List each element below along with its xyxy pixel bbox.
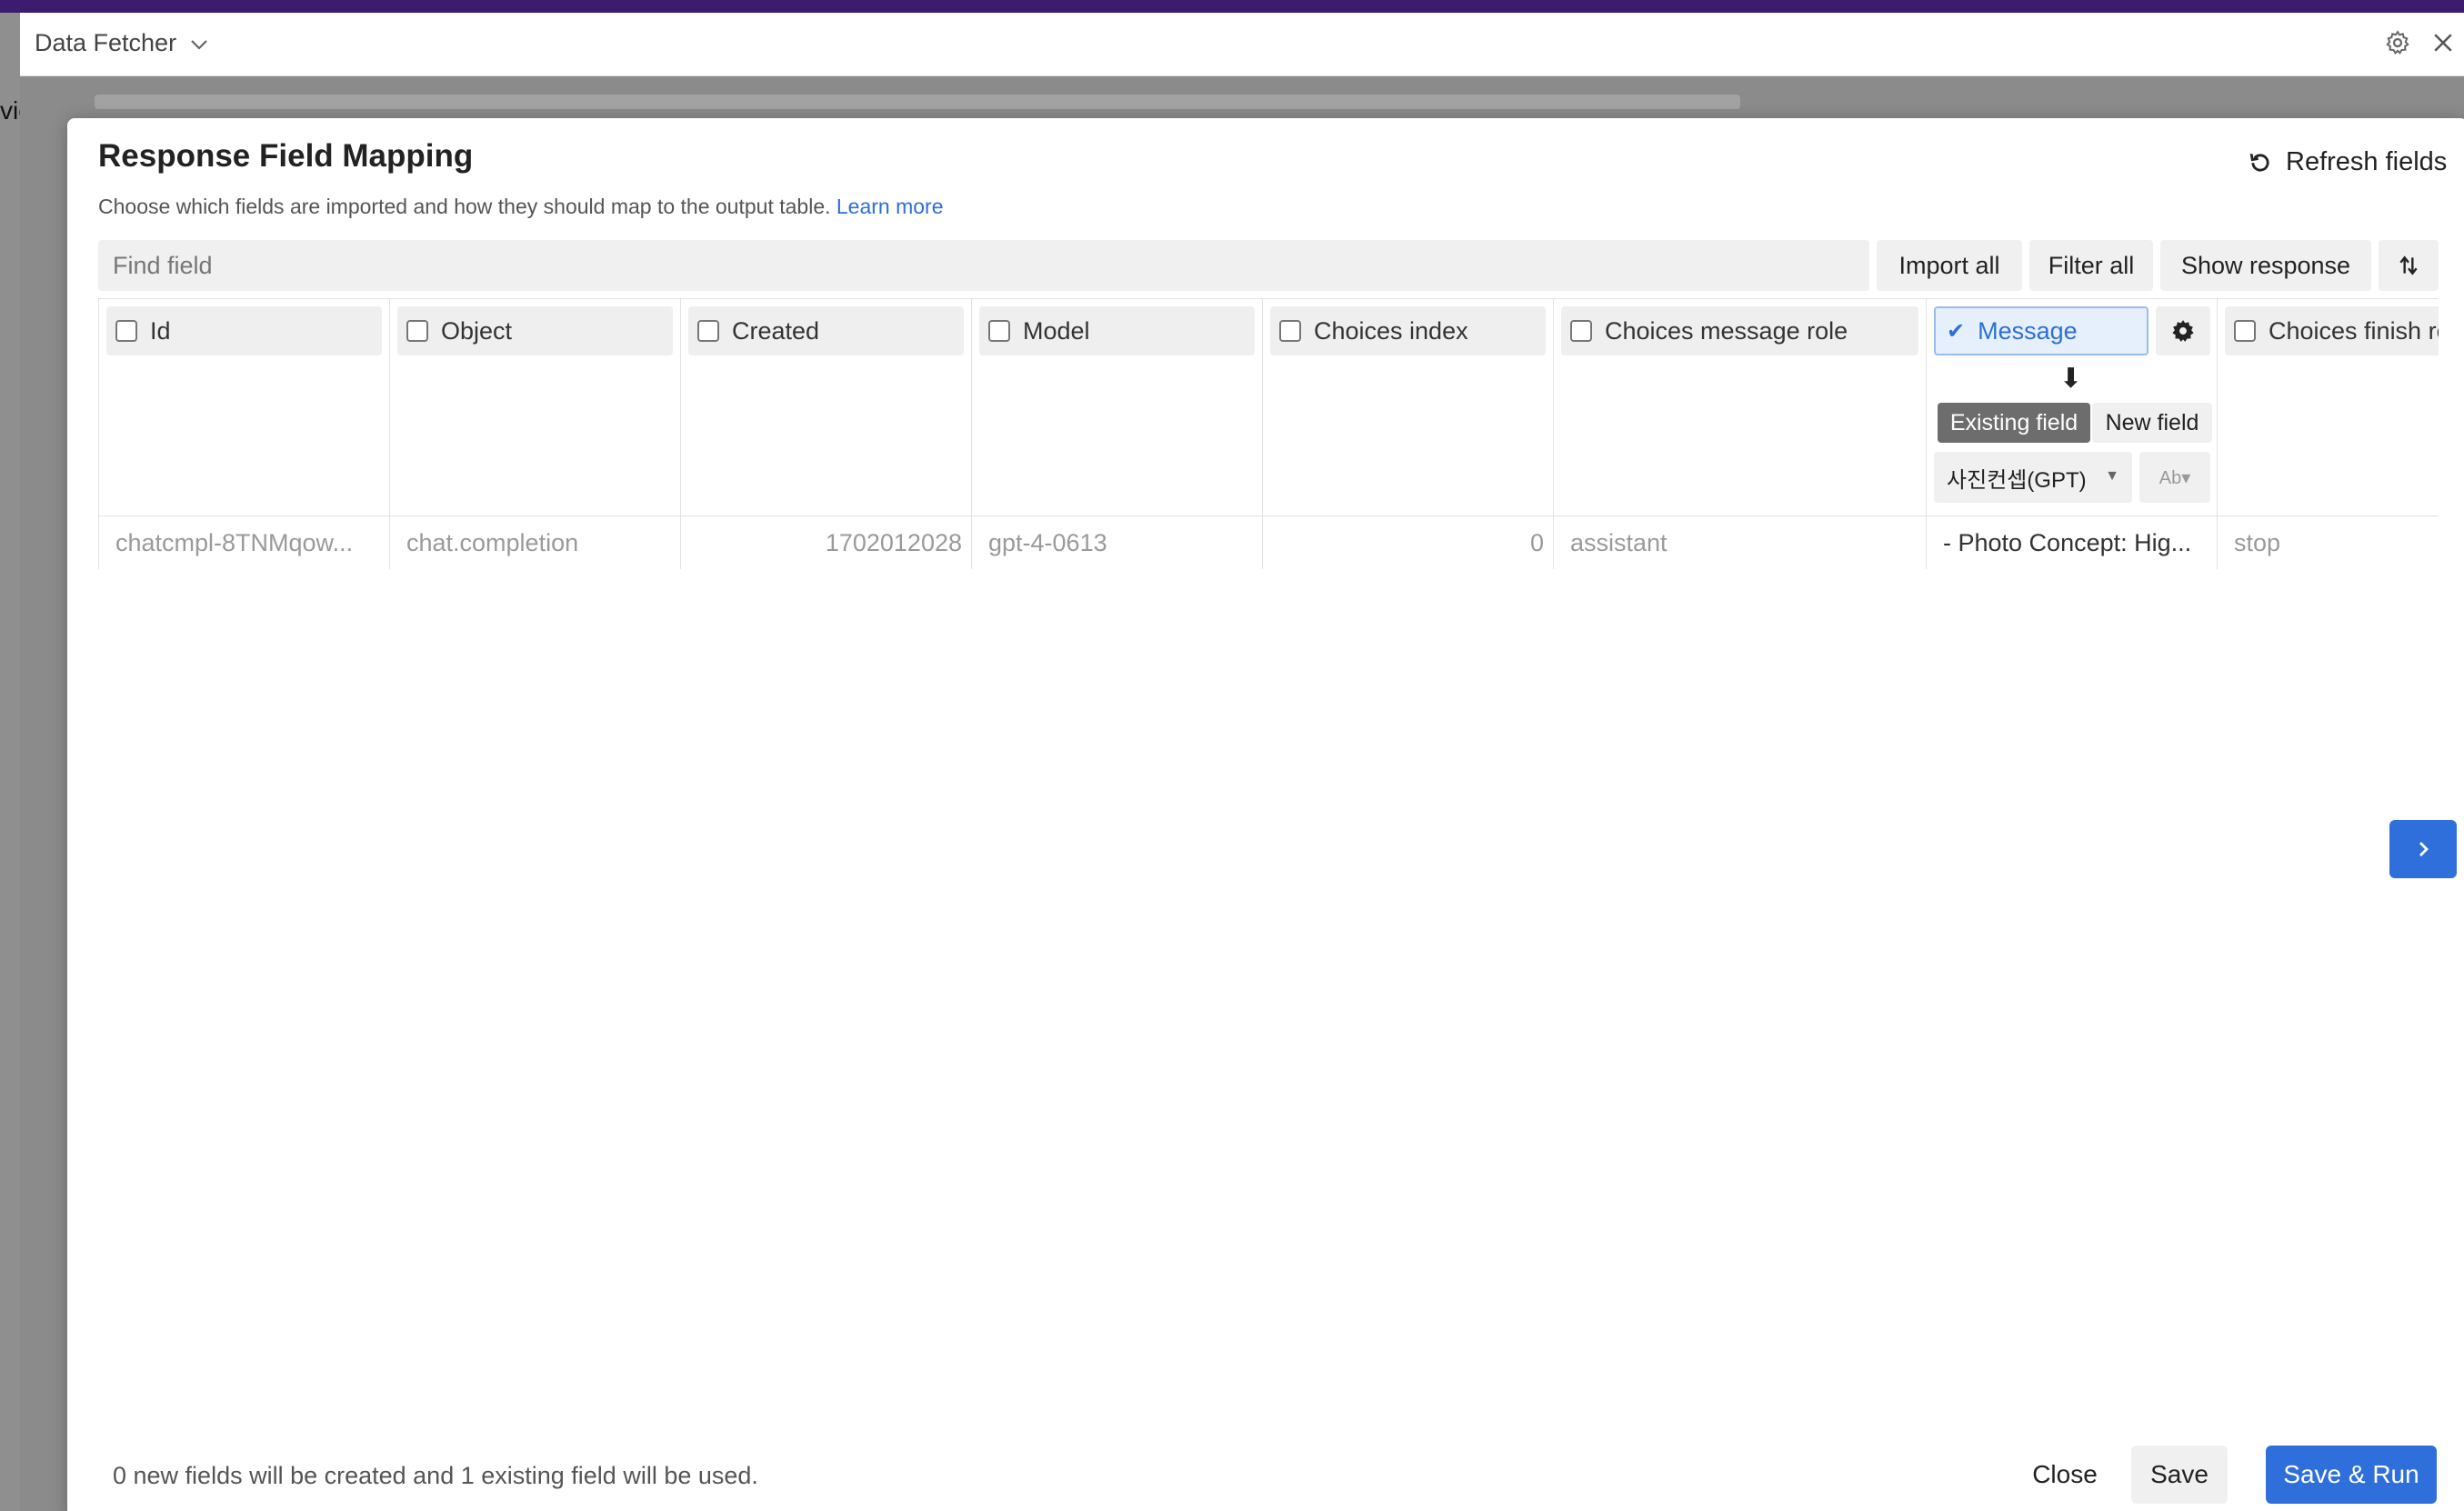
field-toggle-choices-index[interactable]: Choices index <box>1270 306 1546 355</box>
field-sample-value: stop <box>2218 515 2439 569</box>
description-text: Choose which fields are imported and how… <box>98 195 831 218</box>
field-column-choices-message-role: Choices message role assistant <box>1553 299 1926 569</box>
field-sample-value: 0 <box>1263 515 1553 569</box>
show-response-button[interactable]: Show response <box>2160 240 2371 291</box>
refresh-fields-label: Refresh fields <box>2286 146 2448 176</box>
modal-description: Choose which fields are imported and how… <box>98 195 944 219</box>
refresh-fields-button[interactable]: Refresh fields <box>2239 142 2456 182</box>
filter-all-button[interactable]: Filter all <box>2029 240 2153 291</box>
field-name: Id <box>150 316 171 345</box>
close-button[interactable]: Close <box>2013 1446 2117 1504</box>
field-checkbox[interactable] <box>2234 320 2256 342</box>
find-field-input[interactable] <box>98 240 1869 291</box>
learn-more-link[interactable]: Learn more <box>836 195 944 218</box>
chevron-down-icon[interactable] <box>189 27 209 61</box>
field-sample-value: chat.completion <box>390 515 680 569</box>
field-column-message: ✔ Message ⬇ Existing field New field 사진컨… <box>1926 299 2217 569</box>
field-sample-value: assistant <box>1554 515 1926 569</box>
field-toggle-object[interactable]: Object <box>397 306 673 355</box>
response-field-mapping-modal: Response Field Mapping Refresh fields Ch… <box>67 118 2464 1511</box>
field-type-select[interactable]: Ab▾ <box>2139 452 2210 503</box>
field-sample-value: - Photo Concept: Hig... <box>1927 515 2217 569</box>
app-top-bar <box>0 0 2464 13</box>
field-column-model: Model gpt-4-0613 <box>971 299 1262 569</box>
field-settings-button[interactable] <box>2156 306 2210 355</box>
extension-panel: Data Fetcher Response Field Mapping Refr… <box>20 13 2464 1511</box>
scroll-right-button[interactable] <box>2389 820 2457 878</box>
sort-button[interactable] <box>2379 240 2439 291</box>
save-and-run-button[interactable]: Save & Run <box>2266 1446 2437 1504</box>
field-name: Choices message role <box>1605 316 1848 345</box>
field-column-choices-index: Choices index 0 <box>1262 299 1553 569</box>
background-strip <box>95 95 1740 109</box>
field-column-created: Created 1702012028 <box>680 299 971 569</box>
field-mapping-table: Id chatcmpl-8TNMqow... Object chat.compl… <box>98 298 2439 569</box>
gear-icon[interactable] <box>2384 29 2411 56</box>
gear-icon <box>2172 320 2194 342</box>
new-field-tab[interactable]: New field <box>2092 403 2212 443</box>
panel-header: Data Fetcher <box>20 13 2464 76</box>
panel-title[interactable]: Data Fetcher <box>35 29 176 57</box>
field-toggle-message[interactable]: ✔ Message <box>1934 306 2148 355</box>
refresh-icon <box>2249 153 2269 172</box>
save-button[interactable]: Save <box>2131 1446 2228 1504</box>
import-all-button[interactable]: Import all <box>1877 240 2022 291</box>
field-column-id: Id chatcmpl-8TNMqow... <box>98 299 389 569</box>
field-checkbox[interactable] <box>115 320 137 342</box>
text-type-icon: Ab▾ <box>2159 467 2191 488</box>
target-field-value: 사진컨셉(GPT) <box>1947 467 2087 493</box>
check-icon: ✔ <box>1947 318 1966 344</box>
field-sample-value: gpt-4-0613 <box>972 515 1262 569</box>
field-checkbox[interactable] <box>1279 320 1301 342</box>
mapping-summary: 0 new fields will be created and 1 exist… <box>113 1462 758 1489</box>
field-toggle-model[interactable]: Model <box>979 306 1255 355</box>
field-sample-value: chatcmpl-8TNMqow... <box>99 515 389 569</box>
existing-field-tab[interactable]: Existing field <box>1938 403 2090 443</box>
field-name: Message <box>1978 316 2078 345</box>
modal-title: Response Field Mapping <box>98 138 474 174</box>
field-checkbox[interactable] <box>1570 320 1592 342</box>
field-name: Choices finish re <box>2269 316 2439 345</box>
caret-down-icon: ▼ <box>2105 468 2119 484</box>
field-column-choices-finish-reason: Choices finish re stop <box>2217 299 2439 569</box>
field-toggle-choices-finish-reason[interactable]: Choices finish re <box>2225 306 2439 355</box>
field-checkbox[interactable] <box>697 320 719 342</box>
field-sample-value: 1702012028 <box>681 515 971 569</box>
field-name: Created <box>732 316 820 345</box>
target-field-select[interactable]: 사진컨셉(GPT) ▼ <box>1934 452 2132 503</box>
field-name: Choices index <box>1314 316 1468 345</box>
arrow-down-icon: ⬇ <box>2059 364 2083 394</box>
sort-arrows-icon <box>2399 255 2418 275</box>
field-toggle-created[interactable]: Created <box>688 306 964 355</box>
field-toggle-choices-message-role[interactable]: Choices message role <box>1561 306 1918 355</box>
field-name: Object <box>441 316 513 345</box>
chevron-right-icon <box>2419 842 2429 856</box>
field-toggle-id[interactable]: Id <box>106 306 382 355</box>
close-icon[interactable] <box>2429 29 2457 56</box>
field-name: Model <box>1023 316 1090 345</box>
field-checkbox[interactable] <box>988 320 1010 342</box>
field-checkbox[interactable] <box>406 320 428 342</box>
field-column-object: Object chat.completion <box>389 299 680 569</box>
